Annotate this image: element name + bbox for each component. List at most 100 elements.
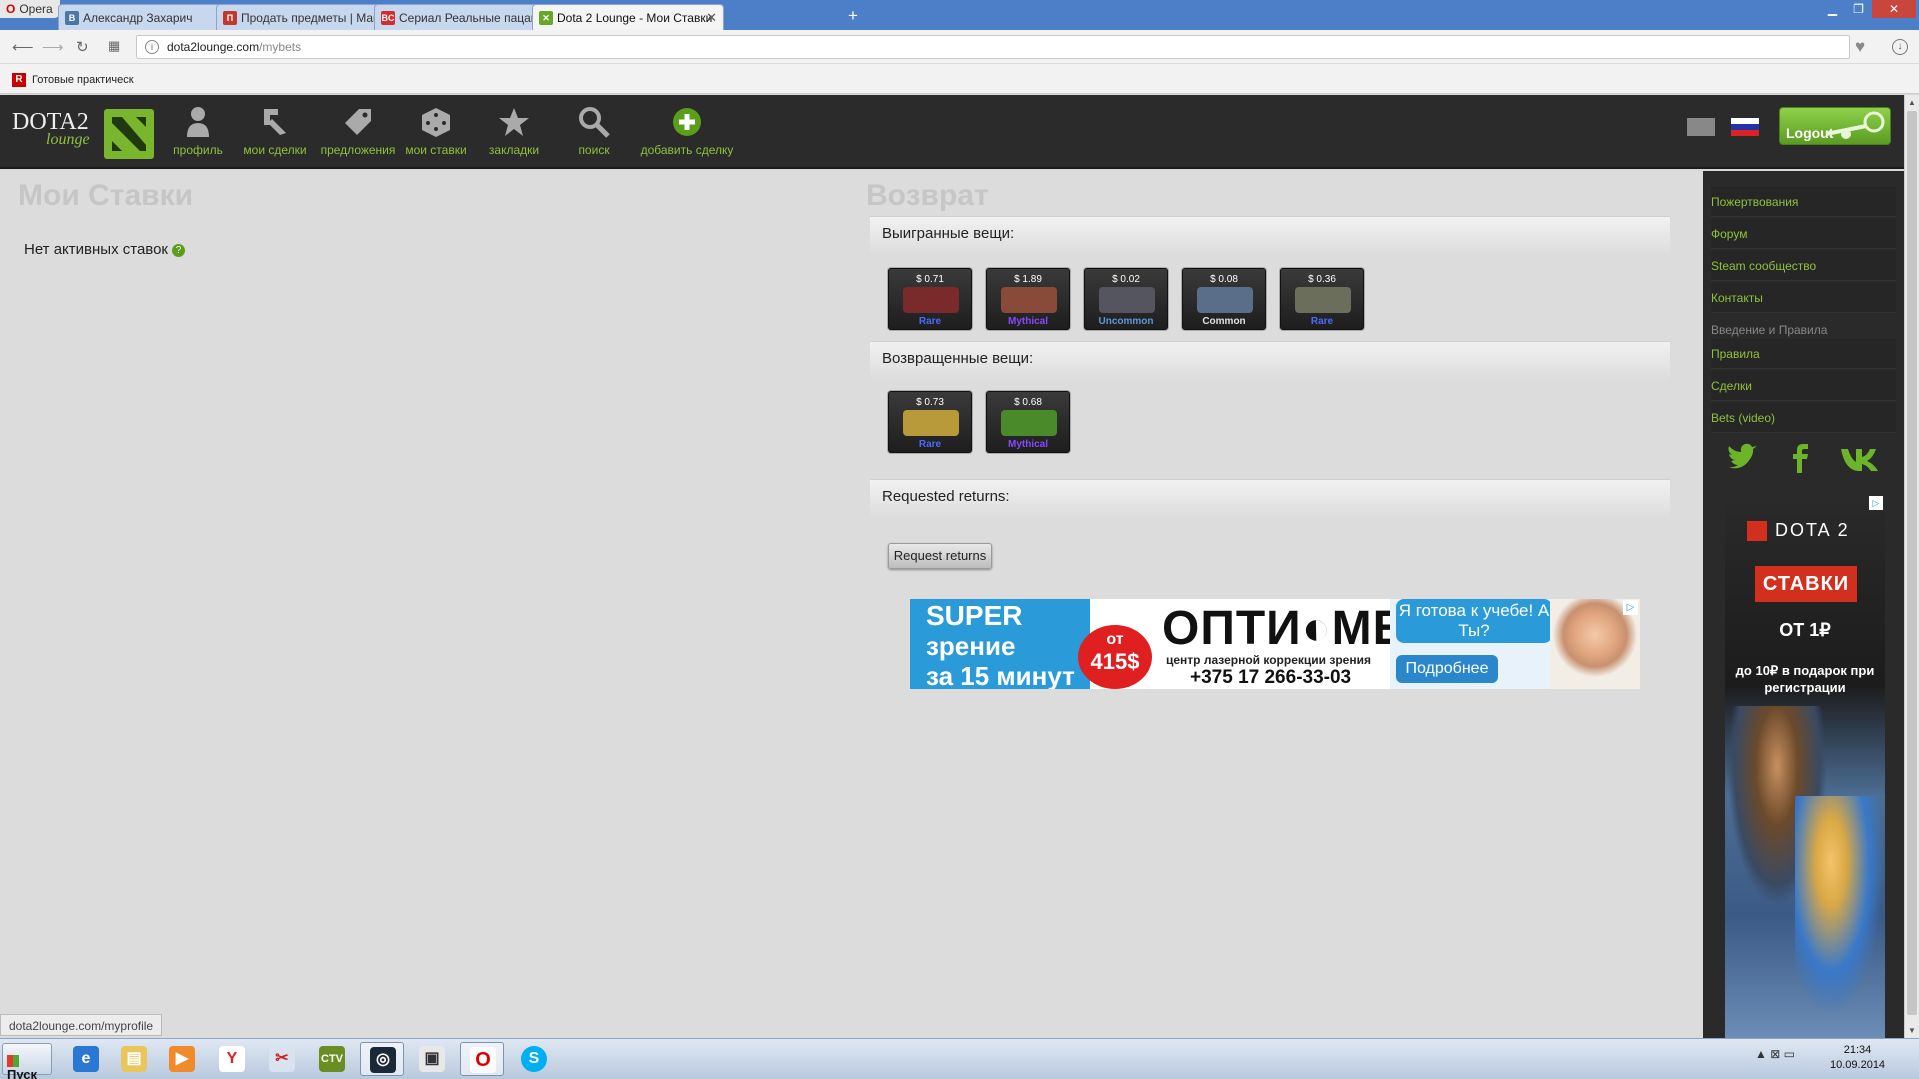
ad-line1: SUPER <box>926 600 1023 631</box>
minimize-icon[interactable]: ▁ <box>1820 0 1845 18</box>
taskbar-yandex[interactable]: Y <box>210 1042 254 1076</box>
url-path: /mybets <box>259 40 302 54</box>
profile-icon <box>187 107 209 137</box>
won-item[interactable]: $ 0.02 Uncommon <box>1084 268 1168 330</box>
ad-line3: за 15 минут <box>926 661 1075 689</box>
vk-icon: В <box>65 11 79 25</box>
bookmark-r-icon: R <box>12 73 26 87</box>
sidebar-link-trades[interactable]: Сделки <box>1711 371 1896 401</box>
item-price: $ 0.36 <box>1308 274 1336 285</box>
site-header: DOTA2 lounge профиль мои сделки предложе… <box>0 95 1904 169</box>
ad-right-panel: Я готова к учебе! А Ты? Подробнее <box>1390 599 1640 689</box>
sidebar-link-forum[interactable]: Форум <box>1711 219 1896 249</box>
item-image <box>1001 410 1057 436</box>
new-tab-button[interactable]: + <box>848 6 858 26</box>
speed-dial-icon[interactable]: ▦ <box>108 38 120 54</box>
sidebar-link-donations[interactable]: Пожертвования <box>1711 187 1896 217</box>
taskbar-skype[interactable]: S <box>512 1042 556 1076</box>
scroll-down-icon[interactable]: ▼ <box>1908 1026 1916 1035</box>
maximize-icon[interactable]: ❐ <box>1846 0 1871 18</box>
taskbar-steam[interactable]: ◎ <box>360 1042 404 1076</box>
optimed-ad-banner[interactable]: SUPER зрение за 15 минут от 415$ ОПТИ◐МЕ… <box>910 599 1640 689</box>
menu-label: мои сделки <box>243 143 307 157</box>
won-item[interactable]: $ 0.36 Rare <box>1280 268 1364 330</box>
facebook-icon[interactable] <box>1783 441 1817 475</box>
menu-label: поиск <box>578 143 610 157</box>
menu-my-trades[interactable]: мои сделки <box>242 105 308 157</box>
scroll-up-icon[interactable]: ▲ <box>1908 98 1916 107</box>
menu-add-trade[interactable]: добавить сделку <box>638 105 736 157</box>
ad-badge-price: 415$ <box>1090 649 1140 674</box>
right-sidebar: Пожертвования Форум Steam сообщество Кон… <box>1703 171 1904 1038</box>
forward-icon[interactable]: ⟶ <box>42 38 64 56</box>
start-button[interactable]: Пуск <box>2 1043 52 1079</box>
won-item[interactable]: $ 1.89 Mythical <box>986 268 1070 330</box>
twitter-icon[interactable] <box>1725 441 1759 475</box>
taskbar-ie[interactable]: e <box>64 1042 108 1076</box>
bookmark-item[interactable]: R Готовые практическ <box>12 73 134 87</box>
ad-price-badge: от 415$ <box>1078 625 1152 689</box>
item-price: $ 0.71 <box>916 274 944 285</box>
media-icon: ▶ <box>169 1046 195 1072</box>
item-rarity: Rare <box>1310 316 1334 327</box>
taskbar-opera[interactable]: O <box>460 1042 504 1076</box>
site-logo[interactable]: DOTA2 lounge <box>12 109 156 159</box>
yandex-icon: Y <box>219 1046 245 1072</box>
dota2-logo-icon <box>1747 521 1767 542</box>
ad-phone: +375 17 266-33-03 <box>1190 667 1352 688</box>
taskbar-clock[interactable]: 21:34 10.09.2014 <box>1830 1043 1885 1073</box>
sidebar-link-contacts[interactable]: Контакты <box>1711 283 1896 313</box>
item-price: $ 0.08 <box>1210 274 1238 285</box>
back-icon[interactable]: ⟵ <box>12 38 34 56</box>
item-image <box>1197 287 1253 313</box>
taskbar-ctv[interactable]: CTV <box>310 1042 354 1076</box>
dota2-bets-ad[interactable]: ▷ DOTA 2 СТАВКИ ОТ 1₽ до 10₽ в подарок п… <box>1725 496 1885 1038</box>
adchoices-icon[interactable]: ▷ <box>1623 600 1638 615</box>
url-field[interactable]: i dota2lounge.com/mybets <box>136 35 1850 59</box>
vk-icon[interactable] <box>1839 441 1883 475</box>
page-scrollbar[interactable]: ▲ ▼ <box>1904 95 1919 1038</box>
taskbar-explorer[interactable]: ▤ <box>112 1042 156 1076</box>
ad-from-price: ОТ 1₽ <box>1779 620 1831 640</box>
menu-my-bets[interactable]: мои ставки <box>403 105 469 157</box>
close-window-icon[interactable]: ✕ <box>1872 0 1916 18</box>
close-icon[interactable]: ✕ <box>706 10 717 26</box>
flag-en-icon[interactable] <box>1687 118 1715 136</box>
scroll-thumb[interactable] <box>1907 111 1917 1015</box>
returned-item[interactable]: $ 0.68 Mythical <box>986 391 1070 453</box>
adchoices-icon[interactable]: ▷ <box>1869 496 1883 510</box>
logo-lounge-text: lounge <box>46 131 90 148</box>
url-host: dota2lounge.com <box>167 40 260 54</box>
logout-button[interactable]: Logout <box>1779 107 1891 145</box>
tab-4-active[interactable]: ✕ Dota 2 Lounge - Мои Ставки ✕ <box>532 4 724 30</box>
bookmark-label: Готовые практическ <box>32 73 134 86</box>
bookmarks-bar: R Готовые практическ <box>0 64 1919 94</box>
item-rarity: Rare <box>918 316 942 327</box>
flag-ru-icon[interactable] <box>1731 118 1759 136</box>
menu-offers[interactable]: предложения <box>318 105 398 157</box>
won-item[interactable]: $ 0.08 Common <box>1182 268 1266 330</box>
sidebar-link-bets-video[interactable]: Bets (video) <box>1711 403 1896 433</box>
taskbar-scissors[interactable]: ✂ <box>260 1042 304 1076</box>
sidebar-link-rules[interactable]: Правила <box>1711 339 1896 369</box>
ad-stavki-button[interactable]: СТАВКИ <box>1755 566 1857 602</box>
opera-menu-button[interactable]: O Opera <box>0 0 60 18</box>
heart-icon[interactable]: ♥ <box>1855 37 1865 57</box>
won-item[interactable]: $ 0.71 Rare <box>888 268 972 330</box>
download-icon[interactable]: ↓ <box>1892 39 1908 55</box>
ad-more-button[interactable]: Подробнее <box>1396 655 1498 683</box>
taskbar-media[interactable]: ▶ <box>160 1042 204 1076</box>
request-returns-button[interactable]: Request returns <box>888 543 992 569</box>
sidebar-link-steam-community[interactable]: Steam сообщество <box>1711 251 1896 281</box>
menu-search[interactable]: поиск <box>564 105 624 157</box>
site-info-icon[interactable]: i <box>145 40 159 54</box>
no-bets-text: Нет активных ставок <box>24 241 168 258</box>
taskbar-window[interactable]: ▣ <box>410 1042 454 1076</box>
returned-item[interactable]: $ 0.73 Rare <box>888 391 972 453</box>
menu-profile[interactable]: профиль <box>168 105 228 157</box>
reload-icon[interactable]: ↻ <box>76 38 89 56</box>
opera-logo-icon: O <box>6 2 16 16</box>
tray-icons[interactable]: ▲ ⊠ ▭ <box>1755 1047 1795 1061</box>
help-icon[interactable]: ? <box>172 243 185 257</box>
menu-bookmarks[interactable]: закладки <box>484 105 544 157</box>
